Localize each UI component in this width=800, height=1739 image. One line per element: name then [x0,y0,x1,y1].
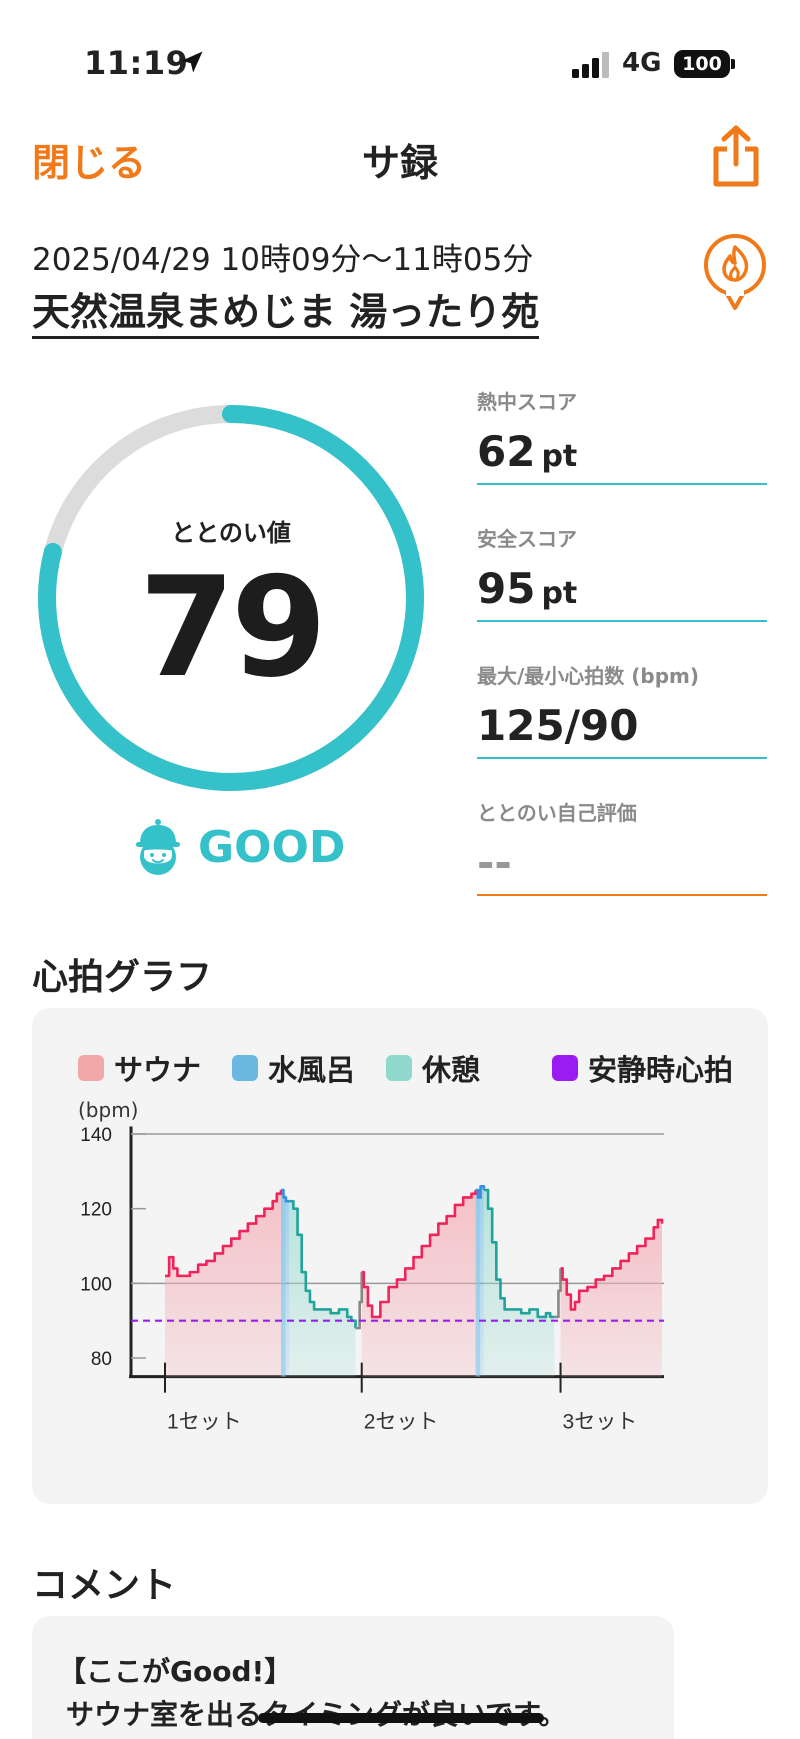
x-tick-label: 3セット [563,1411,638,1434]
metric-number: 62 [477,427,536,476]
metric-unit: pt [541,439,578,474]
legend-label: 水風呂 [268,1053,356,1087]
metric-self-rating[interactable]: ととのい自己評価 -- [477,797,767,896]
legend-resting-hr: 安静時心拍 [552,1050,734,1087]
metric-divider [477,483,767,485]
battery-cap [731,59,735,69]
rating-text: GOOD [198,822,346,873]
cell-signal-icon [572,52,609,78]
legend-label: 休憩 [422,1053,481,1087]
metric-number: 95 [477,564,536,613]
metric-value: 125/90 [477,701,767,757]
comment-heading: 【ここがGood!】 [58,1655,293,1688]
graph-section-title: 心拍グラフ [32,957,213,998]
sauna-area [165,1190,281,1377]
battery-icon: 100 [674,50,730,78]
legend-rest: 休憩 [386,1050,481,1087]
y-tick-label: 140 [80,1125,112,1146]
metric-number: 125/90 [477,701,639,750]
metric-unit: pt [541,576,578,611]
metric-value: -- [477,838,767,894]
metric-safety-score: 安全スコア 95 pt [477,523,767,622]
legend-cold-bath: 水風呂 [232,1050,356,1087]
legend-label: 安静時心拍 [588,1053,734,1087]
status-bar: 11:19 4G 100 [0,0,800,130]
legend-label: サウナ [114,1053,202,1087]
legend-swatch [552,1055,578,1081]
fire-pin-icon[interactable] [700,232,770,312]
share-icon[interactable] [708,124,764,190]
score-label: ととのい値 [171,519,291,547]
metric-heart-rate: 最大/最小心拍数 (bpm) 125/90 [477,660,767,759]
comment-section-title: コメント [32,1565,177,1606]
rest-area [289,1201,356,1377]
legend-swatch [78,1055,104,1081]
heart-rate-chart: 80 100 120 140 1セット 2セット 3セット [80,1125,664,1434]
network-type: 4G [622,48,662,78]
cold-bath-band [475,1193,481,1377]
cold-bath-band [280,1193,286,1377]
metric-label: 最大/最小心拍数 (bpm) [477,664,700,688]
location-arrow-icon [181,51,203,73]
y-tick-label: 100 [80,1274,112,1295]
score-value: 79 [138,547,327,708]
x-tick-label: 2セット [364,1411,439,1434]
x-tick-label: 1セット [167,1411,242,1434]
close-button[interactable]: 閉じる [32,132,146,187]
y-tick-label: 120 [80,1200,112,1221]
session-datetime: 2025/04/29 10時09分〜11時05分 [32,242,534,278]
metric-label: 熱中スコア [477,390,577,414]
sauna-area [560,1219,662,1377]
y-axis-unit: (bpm) [78,1098,139,1122]
home-indicator [258,1713,544,1723]
legend-sauna: サウナ [78,1050,202,1087]
metric-divider [477,620,767,622]
metric-value: 95 pt [477,564,767,620]
status-time: 11:19 [84,44,189,82]
metric-number: -- [477,838,512,887]
facility-link[interactable]: 天然温泉まめじま 湯ったり苑 [32,290,540,339]
metric-value: 62 pt [477,427,767,483]
transition-line [554,1268,562,1319]
metric-label: 安全スコア [477,527,577,551]
metric-label: ととのい自己評価 [477,801,637,825]
legend-swatch [386,1055,412,1081]
metric-divider [477,894,767,896]
y-tick-label: 80 [91,1349,112,1370]
metric-heat-score: 熱中スコア 62 pt [477,386,767,485]
good-mascot-icon [136,819,180,875]
metric-divider [477,757,767,759]
legend-swatch [232,1055,258,1081]
